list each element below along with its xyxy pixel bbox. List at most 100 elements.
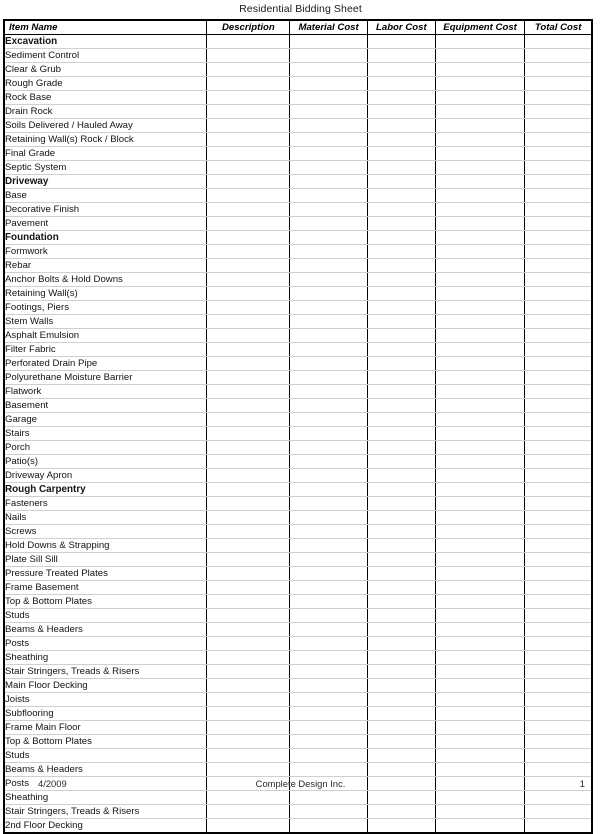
cell-description[interactable]: [206, 230, 290, 245]
cell-total[interactable]: [524, 622, 592, 637]
cell-labor[interactable]: [366, 538, 436, 553]
table-row[interactable]: Soils Delivered / Hauled Away: [4, 118, 592, 133]
cell-equipment[interactable]: [434, 62, 525, 77]
cell-description[interactable]: [206, 188, 290, 203]
cell-description[interactable]: [206, 286, 290, 301]
cell-equipment[interactable]: [434, 594, 525, 609]
cell-description[interactable]: [206, 636, 290, 651]
cell-item-name[interactable]: Retaining Wall(s) Rock / Block: [4, 132, 207, 147]
cell-material[interactable]: [289, 636, 368, 651]
cell-item-name[interactable]: Garage: [4, 412, 207, 427]
cell-description[interactable]: [206, 510, 290, 525]
cell-item-name[interactable]: Hold Downs & Strapping: [4, 538, 207, 553]
cell-equipment[interactable]: [434, 202, 525, 217]
cell-description[interactable]: [206, 104, 290, 119]
cell-labor[interactable]: [366, 818, 436, 833]
cell-item-name[interactable]: Beams & Headers: [4, 622, 207, 637]
cell-labor[interactable]: [366, 342, 436, 357]
cell-description[interactable]: [206, 538, 290, 553]
cell-total[interactable]: [524, 734, 592, 749]
cell-equipment[interactable]: [434, 706, 525, 721]
cell-labor[interactable]: [366, 678, 436, 693]
cell-description[interactable]: [206, 370, 290, 385]
cell-equipment[interactable]: [434, 510, 525, 525]
table-row[interactable]: Sediment Control: [4, 48, 592, 63]
cell-labor[interactable]: [366, 664, 436, 679]
cell-item-name[interactable]: Pressure Treated Plates: [4, 566, 207, 581]
cell-item-name[interactable]: Studs: [4, 608, 207, 623]
cell-labor[interactable]: [366, 468, 436, 483]
cell-item-name[interactable]: Subflooring: [4, 706, 207, 721]
cell-item-name[interactable]: Footings, Piers: [4, 300, 207, 315]
cell-equipment[interactable]: [434, 76, 525, 91]
cell-equipment[interactable]: [434, 356, 525, 371]
cell-total[interactable]: [524, 566, 592, 581]
table-section-row[interactable]: Excavation: [4, 34, 592, 49]
cell-material[interactable]: [289, 552, 368, 567]
table-row[interactable]: Asphalt Emulsion: [4, 328, 592, 343]
cell-description[interactable]: [206, 356, 290, 371]
cell-equipment[interactable]: [434, 300, 525, 315]
cell-total[interactable]: [524, 370, 592, 385]
cell-item-name[interactable]: Septic System: [4, 160, 207, 175]
cell-equipment[interactable]: [434, 398, 525, 413]
cell-labor[interactable]: [366, 300, 436, 315]
cell-total[interactable]: [524, 636, 592, 651]
cell-labor[interactable]: [366, 566, 436, 581]
cell-description[interactable]: [206, 650, 290, 665]
cell-item-name[interactable]: Screws: [4, 524, 207, 539]
cell-item-name[interactable]: Driveway: [4, 174, 207, 189]
cell-item-name[interactable]: Base: [4, 188, 207, 203]
table-row[interactable]: Main Floor Decking: [4, 678, 592, 693]
cell-item-name[interactable]: Clear & Grub: [4, 62, 207, 77]
cell-item-name[interactable]: Driveway Apron: [4, 468, 207, 483]
cell-material[interactable]: [289, 734, 368, 749]
cell-item-name[interactable]: Foundation: [4, 230, 207, 245]
cell-total[interactable]: [524, 454, 592, 469]
cell-total[interactable]: [524, 76, 592, 91]
cell-labor[interactable]: [366, 356, 436, 371]
cell-labor[interactable]: [366, 160, 436, 175]
cell-material[interactable]: [289, 160, 368, 175]
table-row[interactable]: Footings, Piers: [4, 300, 592, 315]
cell-equipment[interactable]: [434, 104, 525, 119]
cell-description[interactable]: [206, 34, 290, 49]
cell-equipment[interactable]: [434, 678, 525, 693]
cell-total[interactable]: [524, 412, 592, 427]
cell-description[interactable]: [206, 566, 290, 581]
cell-equipment[interactable]: [434, 188, 525, 203]
cell-description[interactable]: [206, 678, 290, 693]
cell-total[interactable]: [524, 692, 592, 707]
cell-item-name[interactable]: Basement: [4, 398, 207, 413]
cell-labor[interactable]: [366, 230, 436, 245]
cell-total[interactable]: [524, 706, 592, 721]
cell-total[interactable]: [524, 748, 592, 763]
cell-equipment[interactable]: [434, 552, 525, 567]
cell-total[interactable]: [524, 608, 592, 623]
cell-material[interactable]: [289, 664, 368, 679]
cell-item-name[interactable]: Frame Main Floor: [4, 720, 207, 735]
cell-description[interactable]: [206, 552, 290, 567]
cell-labor[interactable]: [366, 34, 436, 49]
cell-description[interactable]: [206, 398, 290, 413]
cell-labor[interactable]: [366, 188, 436, 203]
table-row[interactable]: Screws: [4, 524, 592, 539]
cell-total[interactable]: [524, 34, 592, 49]
cell-description[interactable]: [206, 454, 290, 469]
cell-description[interactable]: [206, 132, 290, 147]
cell-material[interactable]: [289, 356, 368, 371]
cell-description[interactable]: [206, 664, 290, 679]
cell-description[interactable]: [206, 594, 290, 609]
cell-labor[interactable]: [366, 272, 436, 287]
cell-material[interactable]: [289, 286, 368, 301]
cell-labor[interactable]: [366, 216, 436, 231]
cell-item-name[interactable]: Sheathing: [4, 650, 207, 665]
cell-material[interactable]: [289, 76, 368, 91]
cell-item-name[interactable]: Frame Basement: [4, 580, 207, 595]
cell-item-name[interactable]: Nails: [4, 510, 207, 525]
table-row[interactable]: Retaining Wall(s) Rock / Block: [4, 132, 592, 147]
cell-total[interactable]: [524, 384, 592, 399]
cell-labor[interactable]: [366, 524, 436, 539]
table-section-row[interactable]: Rough Carpentry: [4, 482, 592, 497]
cell-material[interactable]: [289, 608, 368, 623]
